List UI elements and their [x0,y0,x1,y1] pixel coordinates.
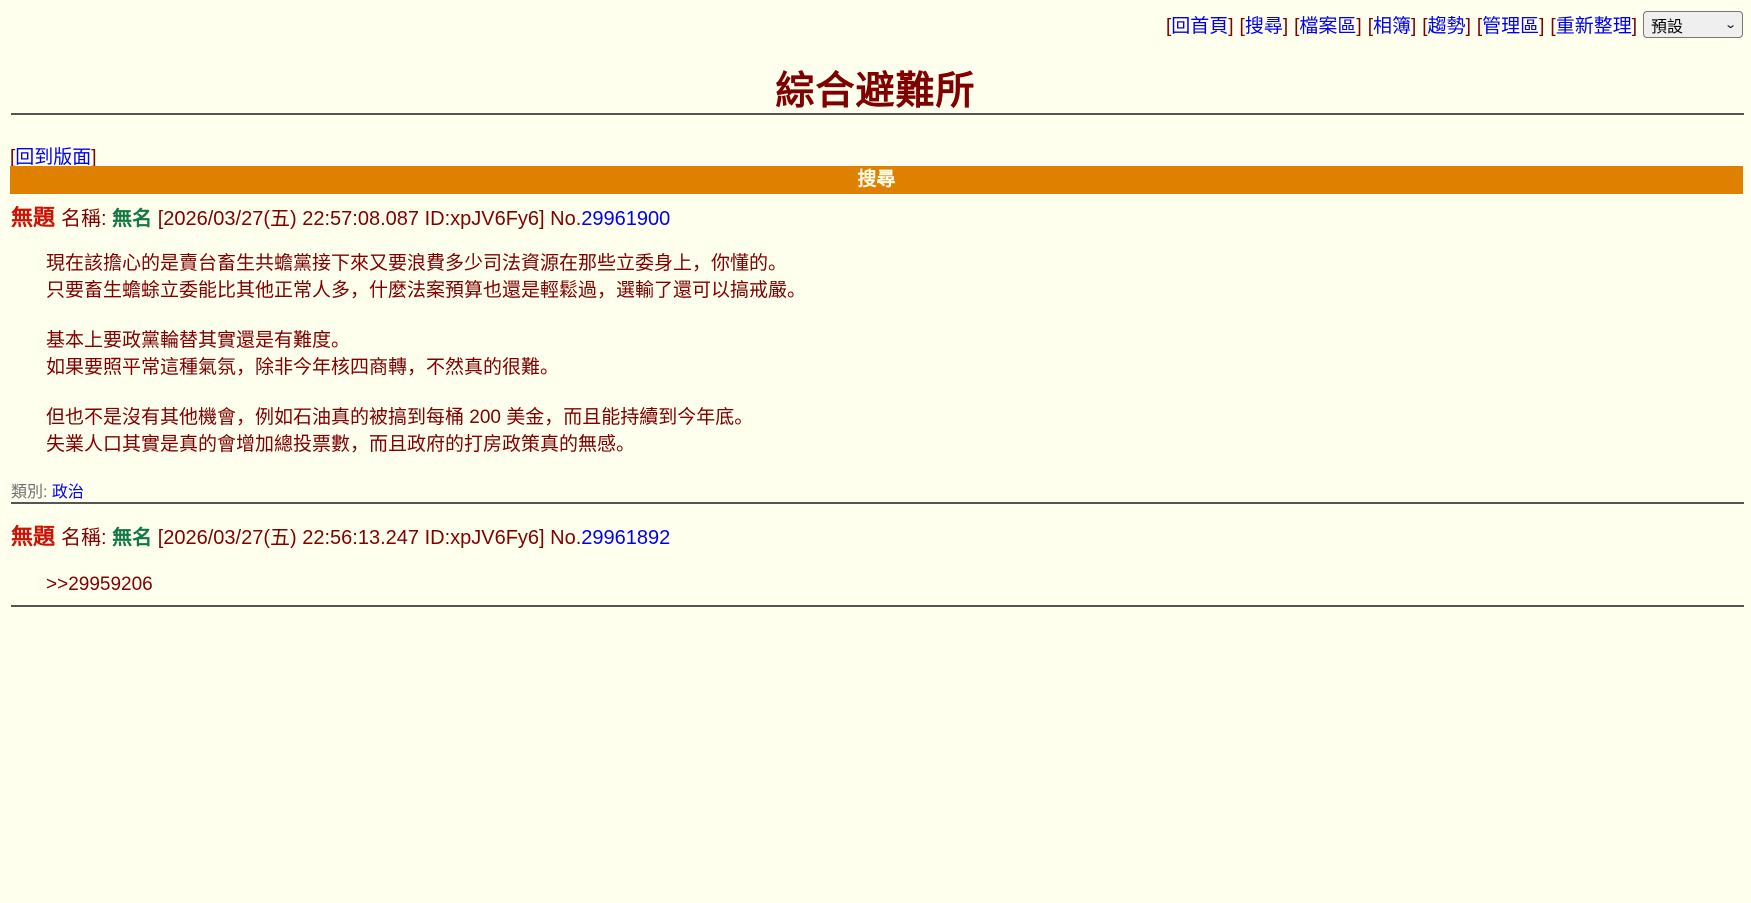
divider [11,605,1744,607]
back-to-board-link[interactable]: 回到版面 [15,147,91,168]
post-2: 無題 名稱: 無名 [2026/03/27(五) 22:56:13.247 ID… [11,519,1744,598]
chevron-down-icon: ⌄ [1723,19,1737,31]
category-link[interactable]: 政治 [52,484,84,501]
post-line: 如果要照平常這種氣氛，除非今年核四商轉，不然真的很難。 [46,357,560,378]
post-body: >>29959206 [46,571,1744,598]
search-header-bar: 搜尋 [10,166,1743,194]
post-line: 失業人口其實是真的會增加總投票數，而且政府的打房政策真的無感。 [46,434,636,455]
nav-search-link[interactable]: 搜尋 [1245,16,1283,37]
style-select[interactable]: 預設 ⌄ [1643,11,1743,38]
post-name-label: 名稱: [61,208,113,230]
post-datetime: [2026/03/27(五) 22:56:13.247 ID:xpJV6Fy6] [152,527,551,549]
post-number-link[interactable]: 29961892 [581,527,670,550]
nav-home-link[interactable]: 回首頁 [1171,16,1228,37]
style-select-value: 預設 [1651,18,1684,36]
post-datetime: [2026/03/27(五) 22:57:08.087 ID:xpJV6Fy6] [152,208,551,230]
post-subject: 無題 [11,205,56,230]
back-to-board: [回到版面] [10,147,97,168]
post-name: 無名 [112,208,153,230]
post-header: 無題 名稱: 無名 [2026/03/27(五) 22:57:08.087 ID… [11,200,1744,232]
divider [11,502,1744,504]
category-label: 類別: [11,484,52,501]
post-header: 無題 名稱: 無名 [2026/03/27(五) 22:56:13.247 ID… [11,519,1744,551]
post-1: 無題 名稱: 無名 [2026/03/27(五) 22:57:08.087 ID… [11,200,1744,502]
nav-trends-link[interactable]: 趨勢 [1428,16,1466,37]
post-body: 現在該擔心的是賣台畜生共蟾黨接下來又要浪費多少司法資源在那些立委身上，你懂的。 … [46,250,1744,458]
post-line: 現在該擔心的是賣台畜生共蟾黨接下來又要浪費多少司法資源在那些立委身上，你懂的。 [46,253,788,274]
post-no-label: No. [550,527,582,549]
nav-album-link[interactable]: 相簿 [1373,16,1411,37]
post-line: 但也不是沒有其他機會，例如石油真的被搞到每桶 200 美金，而且能持續到今年底。 [46,407,754,428]
quote-link[interactable]: >>29959206 [46,571,1744,598]
nav-refresh-link[interactable]: 重新整理 [1556,16,1632,37]
nav-archive-link[interactable]: 檔案區 [1299,16,1356,37]
post-name: 無名 [112,527,153,549]
top-nav: [回首頁] [搜尋] [檔案區] [相簿] [趨勢] [管理區] [重新整理] … [1166,11,1743,38]
post-line: 基本上要政黨輪替其實還是有難度。 [46,330,351,351]
nav-admin-link[interactable]: 管理區 [1482,16,1539,37]
post-number-link[interactable]: 29961900 [581,208,670,231]
post-no-label: No. [550,208,582,230]
divider [11,113,1744,115]
post-category: 類別: 政治 [11,478,1744,502]
post-subject: 無題 [11,524,56,549]
post-name-label: 名稱: [61,527,113,549]
board-title: 綜合避難所 [775,70,976,113]
post-line: 只要畜生蟾蜍立委能比其他正常人多，什麼法案預算也還是輕鬆過，選輸了還可以搞戒嚴。 [46,280,807,301]
